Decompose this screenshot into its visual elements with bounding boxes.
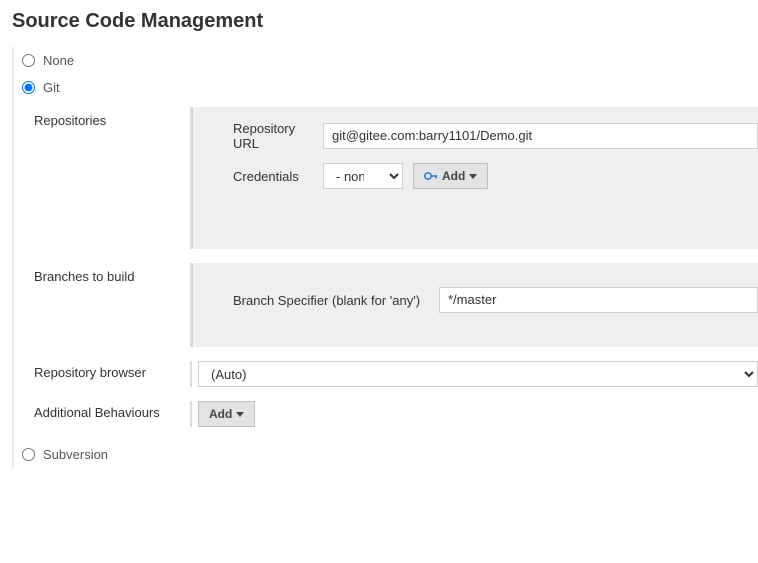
scm-option-git-label: Git (43, 80, 60, 95)
repo-browser-select[interactable]: (Auto) (198, 361, 758, 387)
scm-option-git[interactable]: Git (20, 74, 758, 101)
credentials-select[interactable]: - none - (323, 163, 403, 189)
chevron-down-icon (469, 174, 477, 179)
chevron-down-icon (236, 412, 244, 417)
branch-specifier-input[interactable] (439, 287, 758, 313)
repo-browser-label: Repository browser (34, 361, 190, 380)
scm-radio-git[interactable] (22, 81, 35, 94)
additional-behaviours-add-button[interactable]: Add (198, 401, 255, 427)
repository-url-input[interactable] (323, 123, 758, 149)
credentials-add-button[interactable]: Add (413, 163, 488, 189)
branches-label: Branches to build (34, 263, 190, 284)
additional-behaviours-label: Additional Behaviours (34, 401, 190, 420)
key-icon (424, 171, 438, 181)
scm-radio-subversion[interactable] (22, 448, 35, 461)
scm-heading: Source Code Management (12, 10, 758, 33)
scm-radio-none[interactable] (22, 54, 35, 67)
credentials-add-label: Add (442, 169, 465, 183)
repository-url-label: Repository URL (233, 121, 323, 151)
scm-option-none[interactable]: None (20, 47, 758, 74)
scm-option-subversion[interactable]: Subversion (20, 441, 758, 468)
credentials-label: Credentials (233, 169, 323, 184)
repositories-label: Repositories (34, 107, 190, 128)
additional-add-label: Add (209, 407, 232, 421)
branch-specifier-label: Branch Specifier (blank for 'any') (233, 293, 439, 308)
scm-option-subversion-label: Subversion (43, 447, 108, 462)
scm-option-none-label: None (43, 53, 74, 68)
